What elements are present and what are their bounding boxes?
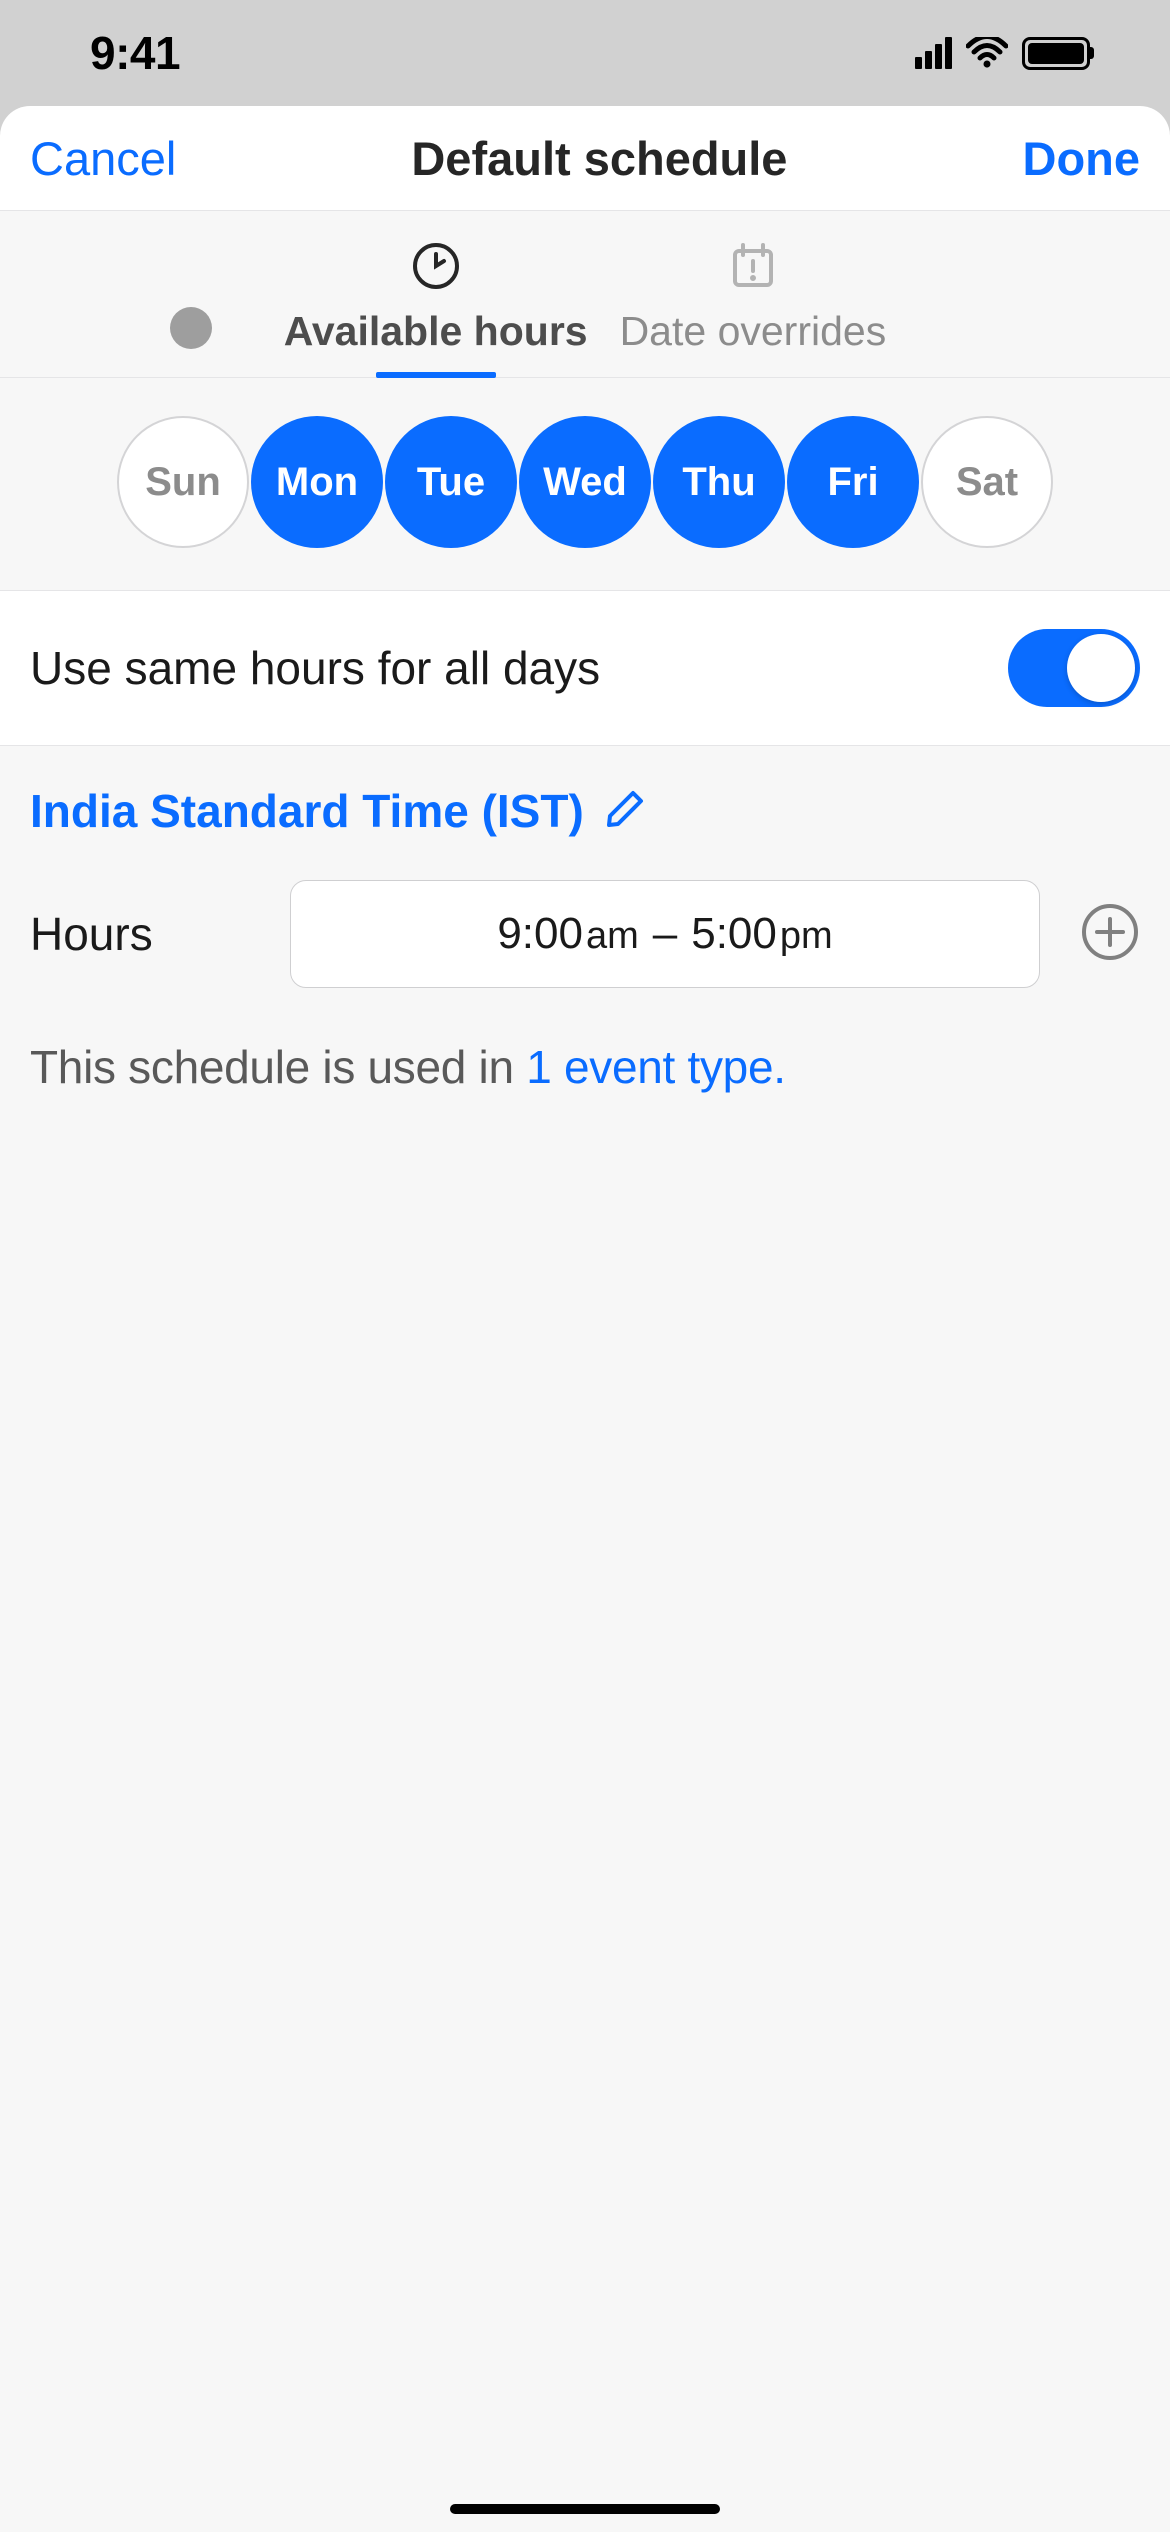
- status-bar: 9:41: [0, 0, 1170, 106]
- cancel-button[interactable]: Cancel: [30, 131, 176, 186]
- modal-sheet: Cancel Default schedule Done Available h…: [0, 106, 1170, 2532]
- hours-row: Hours 9:00 am – 5:00 pm: [30, 880, 1140, 988]
- calendar-alert-icon: [728, 241, 778, 296]
- timezone-label: India Standard Time (IST): [30, 784, 584, 838]
- status-time: 9:41: [90, 26, 180, 80]
- event-type-link[interactable]: 1 event type.: [526, 1041, 786, 1093]
- end-time: 5:00: [691, 909, 777, 959]
- hours-range-picker[interactable]: 9:00 am – 5:00 pm: [290, 880, 1040, 988]
- footer-text: This schedule is used in 1 event type.: [30, 1040, 1140, 1094]
- tab-date-overrides[interactable]: Date overrides: [620, 241, 887, 377]
- same-hours-row: Use same hours for all days: [0, 591, 1170, 746]
- start-time: 9:00: [497, 909, 583, 959]
- home-indicator[interactable]: [450, 2504, 720, 2514]
- battery-icon: [1022, 37, 1090, 70]
- plus-circle-icon: [1080, 902, 1140, 967]
- hours-label: Hours: [30, 907, 250, 961]
- status-indicators: [915, 37, 1090, 70]
- tabs: Available hours Date overrides: [0, 211, 1170, 378]
- same-hours-toggle[interactable]: [1008, 629, 1140, 707]
- days-selector: Sun Mon Tue Wed Thu Fri Sat: [0, 378, 1170, 591]
- timezone-row[interactable]: India Standard Time (IST): [30, 784, 1140, 838]
- day-chip-thu[interactable]: Thu: [653, 416, 785, 548]
- day-chip-fri[interactable]: Fri: [787, 416, 919, 548]
- day-chip-wed[interactable]: Wed: [519, 416, 651, 548]
- day-chip-mon[interactable]: Mon: [251, 416, 383, 548]
- day-chip-tue[interactable]: Tue: [385, 416, 517, 548]
- tab-label: Date overrides: [620, 308, 887, 355]
- day-chip-sat[interactable]: Sat: [921, 416, 1053, 548]
- done-button[interactable]: Done: [1023, 131, 1141, 186]
- edit-icon: [604, 788, 646, 835]
- content-area: India Standard Time (IST) Hours 9:00 am …: [0, 746, 1170, 2532]
- wifi-icon: [966, 37, 1008, 69]
- same-hours-label: Use same hours for all days: [30, 641, 600, 695]
- tab-available-hours[interactable]: Available hours: [284, 241, 588, 377]
- nav-header: Cancel Default schedule Done: [0, 106, 1170, 211]
- cellular-signal-icon: [915, 37, 952, 69]
- clock-icon: [411, 241, 461, 296]
- page-title: Default schedule: [411, 131, 787, 186]
- day-chip-sun[interactable]: Sun: [117, 416, 249, 548]
- add-hours-button[interactable]: [1080, 904, 1140, 964]
- touch-indicator-icon: [170, 307, 212, 349]
- tab-label: Available hours: [284, 308, 588, 355]
